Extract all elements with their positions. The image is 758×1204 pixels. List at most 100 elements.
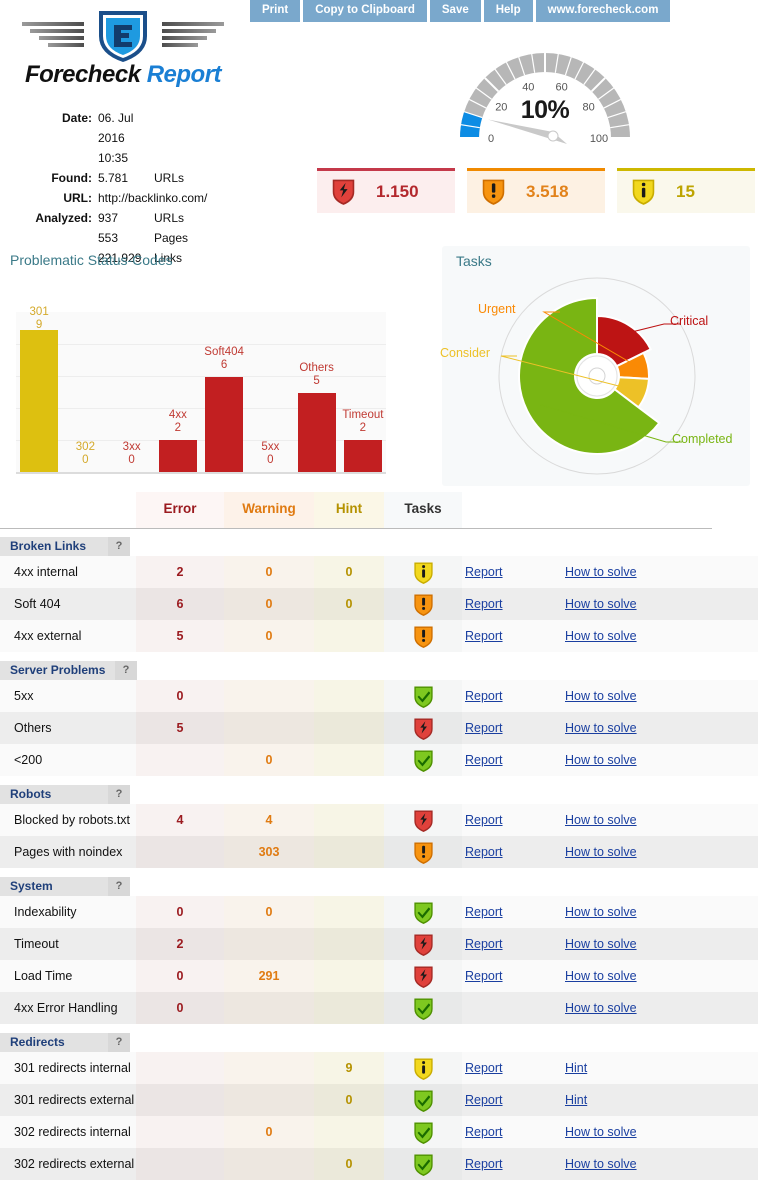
row-hint xyxy=(314,928,384,960)
table-row: Others 5 Report How to solve xyxy=(0,712,758,744)
section-help-button[interactable]: ? xyxy=(108,877,130,896)
solve-link[interactable]: How to solve xyxy=(565,629,637,643)
gauge-tick-label: 0 xyxy=(488,133,494,145)
row-hint xyxy=(314,992,384,1024)
shield-ok-icon xyxy=(413,1122,433,1144)
donut-label-consider: Consider xyxy=(440,346,491,360)
shield-critical-icon xyxy=(413,810,433,832)
meta-value: 5.781 xyxy=(98,171,129,185)
solve-link[interactable]: How to solve xyxy=(565,597,637,611)
section-help-button[interactable]: ? xyxy=(108,537,130,556)
row-solve-cell: How to solve xyxy=(565,556,715,588)
row-label: 4xx external xyxy=(14,629,82,643)
meta-unit: URLs xyxy=(154,171,185,185)
print-button[interactable]: Print xyxy=(250,0,301,22)
section-help-button[interactable]: ? xyxy=(108,785,130,804)
solve-link[interactable]: How to solve xyxy=(565,905,637,919)
solve-link[interactable]: How to solve xyxy=(565,1125,637,1139)
report-link[interactable]: Report xyxy=(465,629,503,643)
table-row: 302 redirects internal 0 Report How to solv… xyxy=(0,1116,758,1148)
row-error: 2 xyxy=(176,937,184,951)
meta-value: http://backlinko.com/ xyxy=(98,191,208,205)
report-link[interactable]: Report xyxy=(465,1125,503,1139)
save-button[interactable]: Save xyxy=(429,0,481,22)
shield-ok-icon xyxy=(413,1090,433,1112)
bar-value: 6 xyxy=(220,359,228,372)
tasks-donut: Critical Urgent Consider Completed xyxy=(440,246,750,486)
solve-link[interactable]: How to solve xyxy=(565,689,637,703)
solve-link[interactable]: How to solve xyxy=(565,721,637,735)
row-error: 4 xyxy=(176,813,184,827)
bar-category: Others xyxy=(299,362,334,375)
row-hint xyxy=(314,836,384,868)
row-hint xyxy=(314,804,384,836)
report-link[interactable]: Report xyxy=(465,689,503,703)
shield-hint-icon xyxy=(632,179,655,205)
issues-table: Error Warning Hint Tasks Broken Links? 4x… xyxy=(0,492,758,1180)
row-solve-cell: How to solve xyxy=(565,620,715,652)
report-link[interactable]: Report xyxy=(465,969,503,983)
row-task-icon xyxy=(384,960,462,992)
copy-to-clipboard-button[interactable]: Copy to Clipboard xyxy=(303,0,427,22)
row-report-cell: Report xyxy=(465,556,555,588)
solve-link[interactable]: How to solve xyxy=(565,753,637,767)
solve-link[interactable]: Hint xyxy=(565,1093,587,1107)
logo-shield-icon xyxy=(99,11,147,62)
solve-link[interactable]: How to solve xyxy=(565,969,637,983)
report-link[interactable]: Report xyxy=(465,1093,503,1107)
row-label: Timeout xyxy=(14,937,59,951)
table-section: System? Indexability 0 0 Report How to solve T… xyxy=(0,877,758,1024)
solve-link[interactable]: How to solve xyxy=(565,937,637,951)
report-link[interactable]: Report xyxy=(465,597,503,611)
row-report-cell: Report xyxy=(465,960,555,992)
section-help-button[interactable]: ? xyxy=(115,661,137,680)
solve-link[interactable]: How to solve xyxy=(565,1001,637,1015)
table-column-headers: Error Warning Hint Tasks xyxy=(0,492,758,529)
row-report-cell: Report xyxy=(465,680,555,712)
solve-link[interactable]: Hint xyxy=(565,1061,587,1075)
table-row: 4xx internal 2 0 0 Report How to solve xyxy=(0,556,758,588)
report-link[interactable]: Report xyxy=(465,565,503,579)
table-row: 301 redirects internal 9 Report Hint xyxy=(0,1052,758,1084)
shield-ok-icon xyxy=(413,750,433,772)
report-link[interactable]: Report xyxy=(465,937,503,951)
shield-warning-icon xyxy=(413,842,433,864)
row-task-icon xyxy=(384,1052,462,1084)
row-error: 0 xyxy=(176,689,184,703)
row-task-icon xyxy=(384,712,462,744)
table-row: Timeout 2 Report How to solve xyxy=(0,928,758,960)
report-link[interactable]: Report xyxy=(465,721,503,735)
table-row: 4xx Error Handling 0 How to solve xyxy=(0,992,758,1024)
website-link-button[interactable]: www.forecheck.com xyxy=(535,0,671,22)
help-button[interactable]: Help xyxy=(483,0,533,22)
row-warning xyxy=(224,928,314,960)
shield-ok-icon xyxy=(413,1154,433,1176)
row-solve-cell: How to solve xyxy=(565,896,715,928)
report-link[interactable]: Report xyxy=(465,1157,503,1171)
report-link[interactable]: Report xyxy=(465,905,503,919)
row-label: 4xx internal xyxy=(14,565,78,579)
solve-link[interactable]: How to solve xyxy=(565,565,637,579)
row-task-icon xyxy=(384,588,462,620)
row-task-icon xyxy=(384,896,462,928)
meta-label: Analyzed: xyxy=(35,211,92,225)
section-help-button[interactable]: ? xyxy=(108,1033,130,1052)
bar-category: 5xx xyxy=(261,441,280,453)
solve-link[interactable]: How to solve xyxy=(565,1157,637,1171)
row-label: 302 redirects internal xyxy=(14,1125,131,1139)
section-header: System? xyxy=(0,877,758,896)
completion-gauge: 0 20 40 60 80 100 10% xyxy=(455,46,635,146)
report-link[interactable]: Report xyxy=(465,813,503,827)
solve-link[interactable]: How to solve xyxy=(565,845,637,859)
row-report-cell: Report xyxy=(465,620,555,652)
report-link[interactable]: Report xyxy=(465,753,503,767)
stat-value: 15 xyxy=(676,182,695,201)
report-link[interactable]: Report xyxy=(465,1061,503,1075)
meta-label: Date: xyxy=(61,111,92,125)
solve-link[interactable]: How to solve xyxy=(565,813,637,827)
report-link[interactable]: Report xyxy=(465,845,503,859)
bar-label: 3xx 0 xyxy=(99,441,165,467)
row-label: <200 xyxy=(14,753,43,767)
row-label: Pages with noindex xyxy=(14,845,123,859)
logo-brand: Forecheck xyxy=(24,61,141,88)
